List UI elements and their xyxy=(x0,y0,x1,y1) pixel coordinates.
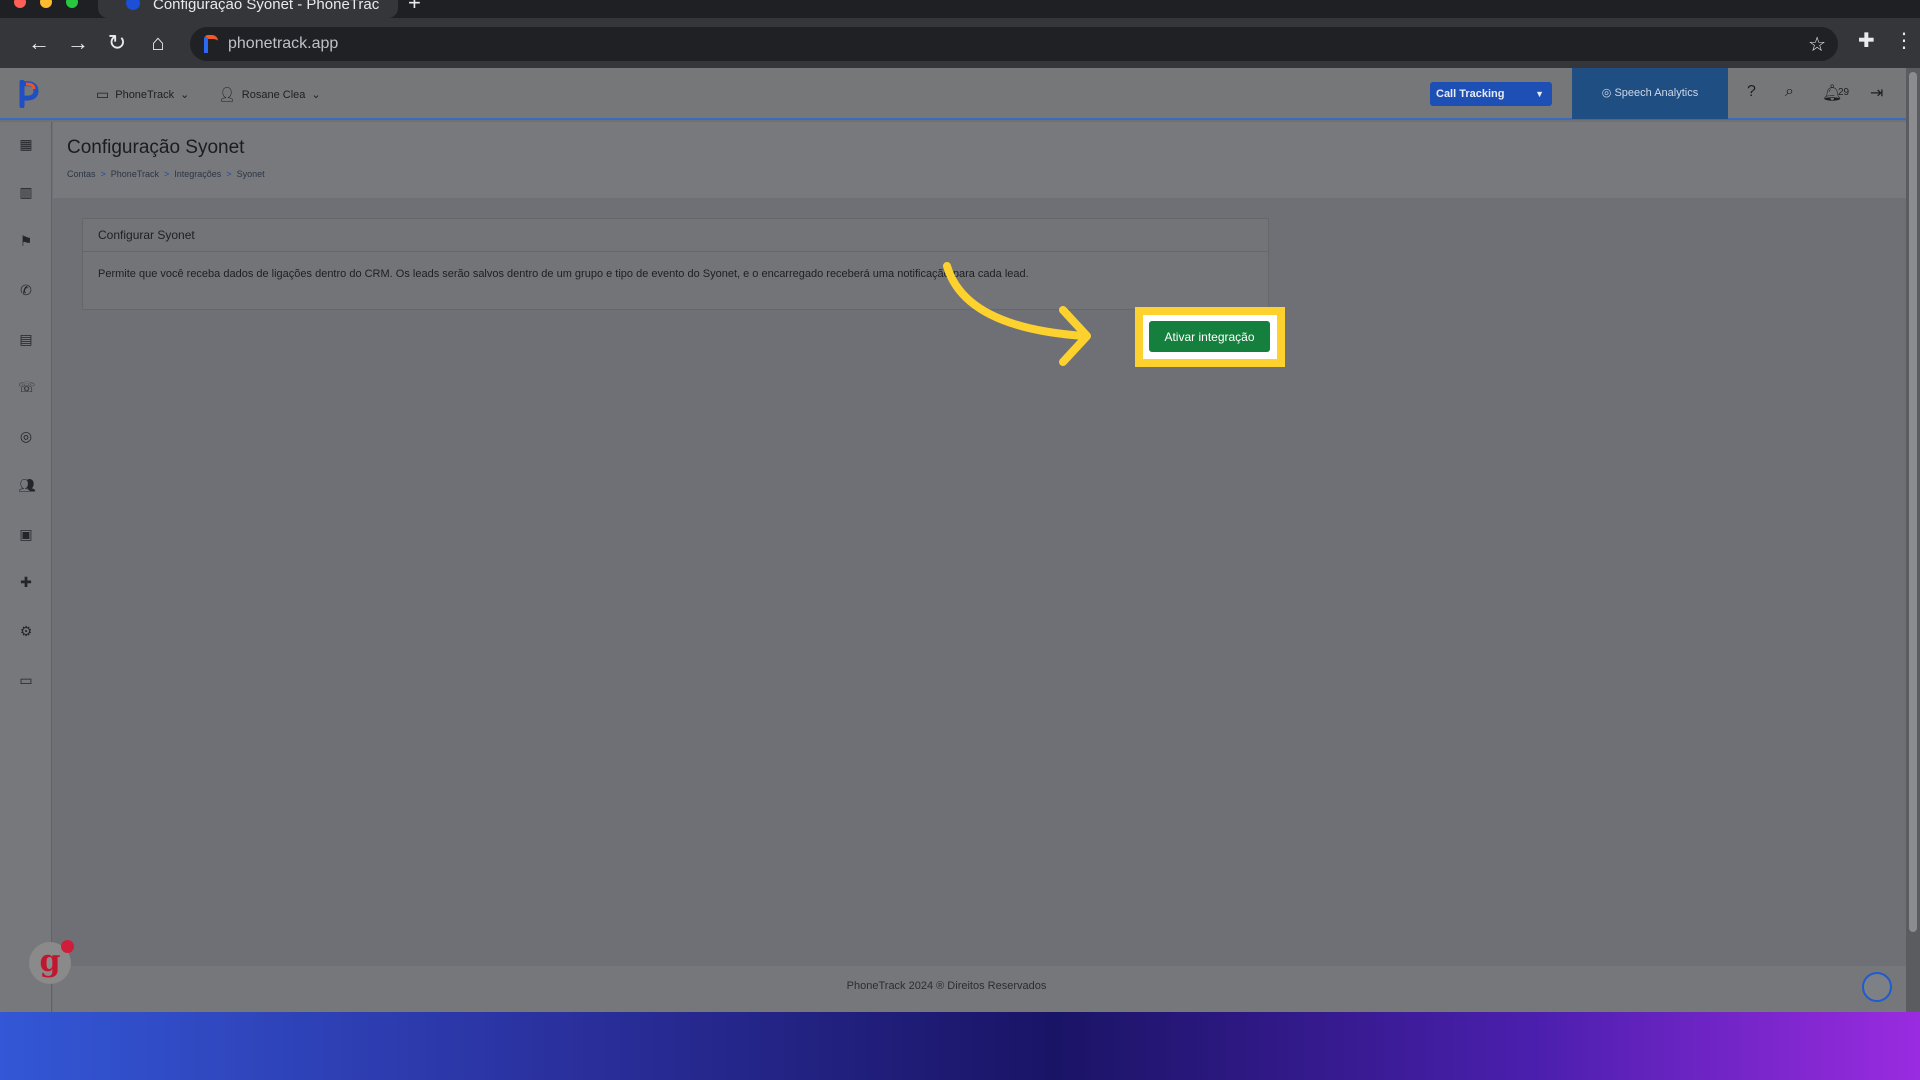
phone-icon[interactable]: ✆ xyxy=(18,282,34,298)
extensions-puzzle-icon[interactable]: ✚ xyxy=(1858,28,1875,53)
chevron-down-icon: ⌄ xyxy=(180,89,190,101)
desktop-background xyxy=(0,1012,1920,1080)
account-menu[interactable]: ▭ PhoneTrack ⌄ xyxy=(96,86,189,103)
browser-tab[interactable]: Configuração Syonet - PhoneTrac xyxy=(98,0,398,18)
phone-call-icon[interactable]: ☏ xyxy=(18,379,36,395)
integrations-puzzle-icon[interactable]: ✚ xyxy=(18,574,34,590)
brain-icon: ◎ xyxy=(1601,87,1612,99)
sidebar: ▦ ▥ ⚑ ✆ ▤ ☏ ◎ 👥︎ ▣ ✚ ⚙ ▭ xyxy=(0,122,52,1012)
reload-icon[interactable]: ↻ xyxy=(102,28,132,58)
activate-integration-button[interactable]: Ativar integração xyxy=(1149,321,1270,352)
assistant-badge xyxy=(61,940,74,953)
back-arrow-icon[interactable]: ← xyxy=(24,28,54,58)
phonetrack-logo-icon[interactable] xyxy=(18,80,40,108)
footer: PhoneTrack 2024 ® Direitos Reservados xyxy=(53,966,1906,1012)
bookmark-star-icon[interactable]: ☆ xyxy=(1808,32,1826,57)
app-header: ▭ PhoneTrack ⌄ 👤︎ Rosane Clea ⌄ Call Tra… xyxy=(0,68,1906,120)
footer-copyright: PhoneTrack 2024 ® Direitos Reservados xyxy=(846,980,1047,992)
breadcrumb-item-integracoes[interactable]: Integrações xyxy=(174,169,221,179)
browser-tab-bar: Configuração Syonet - PhoneTrac + xyxy=(0,0,1920,18)
address-bar-url: phonetrack.app xyxy=(228,35,339,52)
store-icon[interactable]: ▭ xyxy=(18,672,34,688)
close-window-icon[interactable] xyxy=(14,0,26,8)
page-header: Configuração Syonet Contas > PhoneTrack > In… xyxy=(53,122,1906,198)
notifications-count: 29 xyxy=(1838,87,1850,98)
breadcrumb-separator: > xyxy=(164,169,170,179)
product-select-label: Call Tracking xyxy=(1436,88,1505,100)
user-icon: 👤︎ xyxy=(218,86,236,102)
building-icon[interactable]: ▥ xyxy=(18,184,34,200)
logout-icon[interactable]: ⇥ xyxy=(1870,83,1883,103)
browser-menu-icon[interactable]: ⋮ xyxy=(1894,28,1914,53)
browser-tab-title: Configuração Syonet - PhoneTrac xyxy=(153,0,380,13)
breadcrumb-separator: > xyxy=(100,169,106,179)
speech-analytics-label: Speech Analytics xyxy=(1614,87,1699,99)
speech-analytics-button[interactable]: ◎ Speech Analytics xyxy=(1572,68,1728,119)
user-menu[interactable]: 👤︎ Rosane Clea ⌄ xyxy=(218,86,321,103)
product-select[interactable]: Call Tracking ▼ xyxy=(1430,82,1552,106)
site-logo-icon xyxy=(204,35,218,53)
scrollbar-thumb[interactable] xyxy=(1909,72,1917,932)
page-scrollbar[interactable] xyxy=(1906,68,1920,1012)
minimize-window-icon[interactable] xyxy=(40,0,52,8)
browser-toolbar: ← → ↻ ⌂ phonetrack.app ☆ ✚ ⋮ xyxy=(0,18,1920,68)
target-icon[interactable]: ◎ xyxy=(18,428,34,444)
caret-down-icon: ▼ xyxy=(1535,89,1544,99)
breadcrumb: Contas > PhoneTrack > Integrações > Syonet xyxy=(67,169,265,179)
breadcrumb-item-phonetrack[interactable]: PhoneTrack xyxy=(111,169,159,179)
chevron-down-icon: ⌄ xyxy=(311,89,321,101)
chat-widget-icon[interactable] xyxy=(1862,972,1892,1002)
settings-gear-icon[interactable]: ⚙ xyxy=(18,623,34,639)
help-icon[interactable]: ? xyxy=(1747,83,1756,101)
contact-card-icon[interactable]: ▤ xyxy=(18,331,34,347)
account-menu-label: PhoneTrack xyxy=(115,88,175,101)
breadcrumb-item-syonet: Syonet xyxy=(236,169,265,179)
phonetrack-favicon-icon xyxy=(126,0,140,10)
dashboard-icon[interactable]: ▦ xyxy=(18,136,34,152)
flag-icon[interactable]: ⚑ xyxy=(18,233,34,249)
home-icon[interactable]: ⌂ xyxy=(143,28,173,58)
card-title: Configurar Syonet xyxy=(83,219,1268,252)
reports-icon[interactable]: ▣ xyxy=(18,526,34,542)
maximize-window-icon[interactable] xyxy=(66,0,78,8)
breadcrumb-separator: > xyxy=(226,169,232,179)
breadcrumb-item-contas[interactable]: Contas xyxy=(67,169,96,179)
users-icon[interactable]: 👥︎ xyxy=(18,477,36,493)
search-icon[interactable]: ⌕ xyxy=(1785,83,1794,101)
user-menu-label: Rosane Clea xyxy=(241,88,306,101)
new-tab-icon[interactable]: + xyxy=(408,0,421,14)
page-title: Configuração Syonet xyxy=(67,137,245,158)
briefcase-icon: ▭ xyxy=(96,86,110,102)
address-bar[interactable]: phonetrack.app ☆ xyxy=(190,27,1838,61)
forward-arrow-icon[interactable]: → xyxy=(63,28,93,58)
tutorial-arrow-icon xyxy=(943,262,1091,366)
